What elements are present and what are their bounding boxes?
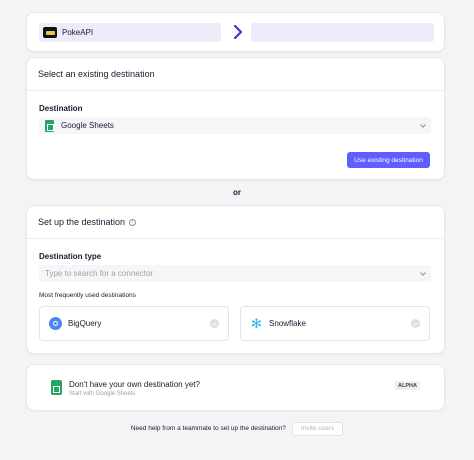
alpha-badge: ALPHA	[395, 381, 420, 390]
setup-destination-header: Set up the destination i	[27, 206, 444, 239]
destination-select-value: Google Sheets	[61, 121, 114, 130]
source-name: PokeAPI	[62, 28, 94, 37]
info-icon[interactable]: i	[129, 218, 137, 226]
destination-tile-bigquery[interactable]: BigQuery	[39, 306, 229, 341]
destination-type-label: Destination type	[39, 252, 102, 261]
pokeapi-logo-icon	[43, 27, 57, 38]
connector-search-input[interactable]: Type to search for a connector	[39, 265, 431, 282]
destination-tile-label: BigQuery	[68, 319, 102, 328]
invite-users-button[interactable]: Invite users	[291, 421, 344, 436]
own-destination-title: Don't have your own destination yet?	[69, 380, 200, 389]
help-row: Need help from a teammate to set up the …	[0, 421, 474, 436]
google-sheets-icon	[45, 119, 54, 132]
chevron-right-icon	[231, 22, 245, 42]
destination-label: Destination	[39, 104, 83, 113]
existing-destination-title: Select an existing destination	[27, 58, 444, 91]
chevron-down-icon	[419, 270, 426, 277]
source-chip[interactable]: PokeAPI	[39, 23, 221, 42]
frequent-destinations-label: Most frequently used destinations	[39, 292, 136, 299]
destination-tile-snowflake[interactable]: ✻ Snowflake	[240, 306, 430, 341]
destination-chip	[251, 23, 434, 42]
snowflake-icon: ✻	[251, 316, 262, 331]
connection-header: PokeAPI	[26, 12, 445, 52]
help-text: Need help from a teammate to set up the …	[130, 425, 286, 432]
connector-search-placeholder: Type to search for a connector	[45, 269, 154, 278]
existing-destination-card: Select an existing destination Destinati…	[26, 57, 445, 180]
destination-tile-label: Snowflake	[269, 319, 306, 328]
chevron-down-icon	[419, 122, 426, 129]
own-destination-card[interactable]: Don't have your own destination yet? Sta…	[26, 364, 445, 411]
setup-destination-card: Set up the destination i Destination typ…	[26, 205, 445, 354]
setup-destination-title: Set up the destination	[38, 217, 126, 227]
check-circle-icon	[411, 319, 420, 328]
bigquery-icon	[49, 317, 62, 330]
destination-select[interactable]: Google Sheets	[39, 117, 431, 134]
google-sheets-icon	[51, 380, 62, 395]
check-circle-icon	[210, 319, 219, 328]
own-destination-subtitle: Start with Google Sheets	[69, 391, 136, 397]
or-separator: or	[233, 188, 241, 197]
use-existing-destination-button[interactable]: Use existing destination	[347, 152, 430, 168]
